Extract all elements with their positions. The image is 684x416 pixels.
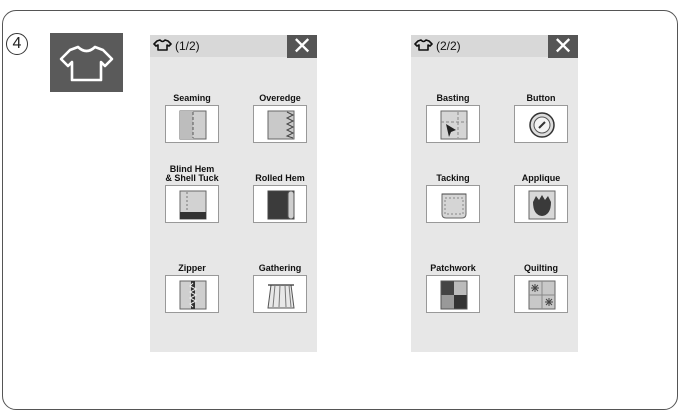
item-label: Seaming: [173, 93, 211, 103]
zipper-button[interactable]: [165, 275, 219, 313]
item-label: Blind Hem & Shell Tuck: [165, 164, 219, 183]
overedge-button[interactable]: [253, 105, 307, 143]
stitch-item-button[interactable]: Button: [503, 83, 579, 143]
close-button[interactable]: ✕: [548, 35, 578, 59]
applique-button[interactable]: [514, 185, 568, 223]
stitch-item-gathering[interactable]: Gathering: [242, 253, 318, 313]
patchwork-icon: [440, 280, 468, 310]
utility-stitch-panel-1: (1/2) ✕ Seaming Overedge Blind Hem & She…: [150, 35, 317, 352]
stitch-item-applique[interactable]: Applique: [503, 163, 579, 223]
item-label: Rolled Hem: [255, 173, 305, 183]
seaming-button[interactable]: [165, 105, 219, 143]
overedge-icon: [267, 110, 295, 140]
rolled-hem-icon: [267, 190, 295, 220]
stitch-item-tacking[interactable]: Tacking: [415, 163, 491, 223]
stitch-item-patchwork[interactable]: Patchwork: [415, 253, 491, 313]
stitch-item-rolled-hem[interactable]: Rolled Hem: [242, 163, 318, 223]
gathering-icon: [267, 284, 295, 309]
item-label: Zipper: [178, 263, 206, 273]
item-label: Gathering: [258, 263, 302, 273]
rolled-hem-button[interactable]: [253, 185, 307, 223]
blind-hem-icon: [179, 190, 207, 220]
shirt-category-button[interactable]: [50, 33, 123, 92]
step-number: 4: [6, 33, 28, 55]
gathering-button[interactable]: [253, 275, 307, 313]
item-label: Overedge: [259, 93, 301, 103]
item-label: Button: [526, 93, 556, 103]
utility-stitch-panel-2: (2/2) ✕ Basting Button Tacking Applique …: [411, 35, 578, 352]
shirt-icon: [153, 39, 172, 51]
applique-icon: [528, 190, 556, 220]
basting-icon: [440, 110, 468, 140]
tacking-button[interactable]: [426, 185, 480, 223]
panel-title-bar: (1/2): [150, 35, 303, 57]
stitch-item-seaming[interactable]: Seaming: [154, 83, 230, 143]
blind-hem-button[interactable]: [165, 185, 219, 223]
shirt-icon: [414, 39, 433, 51]
patchwork-button[interactable]: [426, 275, 480, 313]
basting-button[interactable]: [426, 105, 480, 143]
stitch-item-blind-hem[interactable]: Blind Hem & Shell Tuck: [154, 163, 230, 223]
item-label: Applique: [521, 173, 561, 183]
stitch-item-zipper[interactable]: Zipper: [154, 253, 230, 313]
stitch-item-overedge[interactable]: Overedge: [242, 83, 318, 143]
page-indicator: (1/2): [175, 39, 200, 53]
stitch-item-basting[interactable]: Basting: [415, 83, 491, 143]
item-label: Basting: [436, 93, 470, 103]
button-icon: [529, 112, 555, 138]
button-sew-button[interactable]: [514, 105, 568, 143]
panel-title-bar: (2/2): [411, 35, 564, 57]
tacking-icon: [441, 193, 467, 219]
quilting-button[interactable]: [514, 275, 568, 313]
close-button[interactable]: ✕: [287, 35, 317, 59]
item-label: Tacking: [436, 173, 470, 183]
shirt-icon: [59, 45, 114, 82]
quilting-icon: [528, 280, 556, 310]
stitch-item-quilting[interactable]: Quilting: [503, 253, 579, 313]
item-label: Quilting: [524, 263, 558, 273]
item-label: Patchwork: [430, 263, 476, 273]
page-indicator: (2/2): [436, 39, 461, 53]
seaming-icon: [179, 110, 207, 140]
zipper-icon: [179, 280, 207, 310]
